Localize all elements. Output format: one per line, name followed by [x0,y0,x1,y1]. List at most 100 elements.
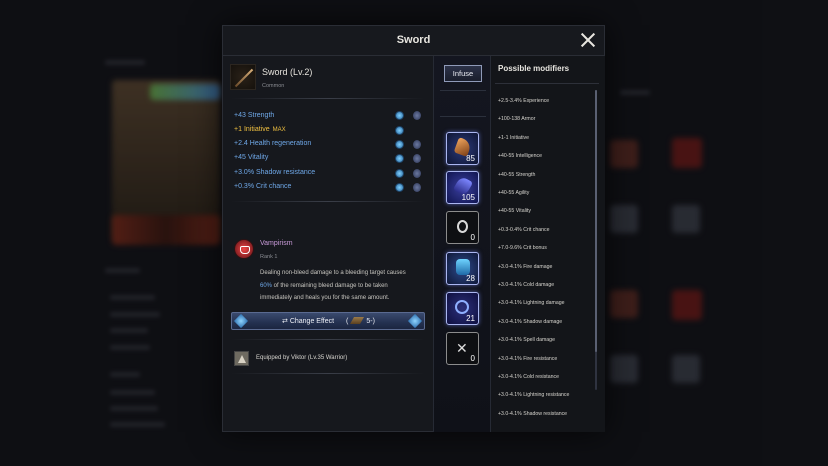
max-badge: MAX [272,127,286,133]
modifiers-scrollbar[interactable] [595,90,597,390]
item-name: Sword (Lv.2) [262,67,313,77]
modifier-item: +40-55 Strength [498,171,536,178]
infuse-button[interactable]: Infuse [444,65,482,82]
stat-name: Initiative [243,126,270,133]
change-effect-button[interactable]: ⇄ Change Effect (5-) [231,312,425,330]
material-slot[interactable]: 21 [446,292,479,325]
game-screen: Sword Sword (Lv.2) Common +43 Strength +… [0,0,828,466]
modifier-item: +40-55 Vitality [498,208,531,215]
lock-orb-icon [413,140,421,149]
stat-line: +43 Strength [234,112,274,122]
change-effect-label: ⇄ Change Effect [282,318,335,325]
stat-value: +43 [234,112,246,119]
stat-name: Vitality [247,154,269,161]
stat-reroll-icons[interactable] [395,111,421,121]
stat-line: +3.0% Shadow resistance [234,169,315,179]
change-effect-cost: (5-) [346,317,375,325]
modifier-item: +3.0-4.1% Shadow damage [498,318,563,325]
divider [440,90,486,91]
modifier-item: +3.0-4.1% Lightning damage [498,300,565,307]
ice-crystal-icon [456,259,470,275]
divider [440,116,486,117]
stat-reroll-icons[interactable] [395,126,421,136]
stat-name: Strength [247,112,275,119]
lock-orb-icon [413,169,421,178]
divider [231,373,425,374]
effect-description: Dealing non-bleed damage to a bleeding t… [260,270,406,301]
reroll-orb-icon [395,183,404,192]
modifier-item: +3.0-4.1% Shadow resistance [498,410,568,417]
modifier-item: +3.0-4.1% Fire resistance [498,355,558,362]
reroll-orb-icon [395,126,404,135]
modifier-item: +3.0-4.1% Spell damage [498,337,555,344]
stat-reroll-icons[interactable] [395,183,421,193]
material-slot[interactable]: 28 [446,252,479,285]
modifier-item: +1-1 Initiative [498,134,529,141]
modifier-item: +100-138 Armor [498,116,536,123]
modifier-item: +7.0-9.6% Crit bonus [498,245,547,252]
material-slot[interactable]: 85 [446,132,479,165]
stat-reroll-icons[interactable] [395,140,421,150]
stat-value: +1 [234,126,242,133]
slot-count: 85 [466,154,475,163]
slot-count: 105 [461,193,475,202]
modifiers-title: Possible modifiers [498,64,570,73]
item-rarity: Common [262,83,285,89]
stat-line: +1 Initiative MAX [234,126,286,136]
reroll-orb-icon [395,169,404,178]
stat-name: Shadow resistance [256,169,316,176]
vampirism-icon [234,239,254,259]
item-details-pane: Sword (Lv.2) Common +43 Strength +1 Init… [223,56,433,432]
lock-orb-icon [413,111,421,120]
material-slot[interactable]: 105 [446,171,479,204]
modifier-item: +3.0-4.1% Lightning resistance [498,392,570,399]
divider [495,83,599,84]
reroll-orb-icon [395,140,404,149]
stat-value: +3.0% [234,169,255,176]
stat-reroll-icons[interactable] [395,154,421,164]
gem-icon [233,313,249,329]
lock-orb-icon [413,154,421,163]
item-modal: Sword Sword (Lv.2) Common +43 Strength +… [222,25,605,432]
lock-orb-icon [413,183,421,192]
slot-count: 21 [466,314,475,323]
spiral-rune-icon [455,300,469,314]
modal-header: Sword [223,26,604,56]
modifier-item: +3.0-4.1% Cold resistance [498,374,559,380]
material-slot[interactable]: 0 [446,211,479,244]
reroll-orb-icon [395,111,404,120]
stat-line: +0.3% Crit chance [234,183,291,193]
modifiers-pane: Possible modifiers +2.5-3.4% Experience +… [491,56,605,432]
stat-name: Health regeneration [249,140,312,147]
warrior-class-icon [234,351,249,366]
close-button[interactable] [580,32,596,48]
divider [231,98,425,99]
equipped-by-text: Equipped by Viktor (Lv.35 Warrior) [256,355,348,361]
ring-rune-icon [457,220,468,233]
scrollbar-thumb[interactable] [595,90,597,352]
modal-title: Sword [396,34,431,46]
modifier-item: +40-55 Intelligence [498,153,542,160]
slot-count: 0 [470,233,475,242]
effect-name: Vampirism [260,240,293,247]
infuse-strip: Infuse 85 105 0 28 21 ✕ 0 [433,56,491,432]
modifier-item: +3.0-4.1% Fire damage [498,263,553,270]
divider [231,339,425,340]
modifier-item: +0.3-0.4% Crit chance [498,226,550,233]
stat-value: +45 [234,154,246,161]
stat-line: +45 Vitality [234,154,268,164]
stat-value: +2.4 [234,140,248,147]
divider [231,201,425,202]
stat-value: +0.3% [234,183,255,190]
slot-count: 0 [470,354,475,363]
reroll-orb-icon [395,154,404,163]
material-slot[interactable]: ✕ 0 [446,332,479,365]
modifier-item: +40-55 Agility [498,190,530,196]
stat-reroll-icons[interactable] [395,169,421,179]
sword-icon [230,64,256,90]
stat-name: Crit chance [256,183,292,190]
effect-rank: Rank 1 [260,254,278,260]
slot-count: 28 [466,274,475,283]
stat-line: +2.4 Health regeneration [234,140,311,150]
material-icon [350,317,365,324]
